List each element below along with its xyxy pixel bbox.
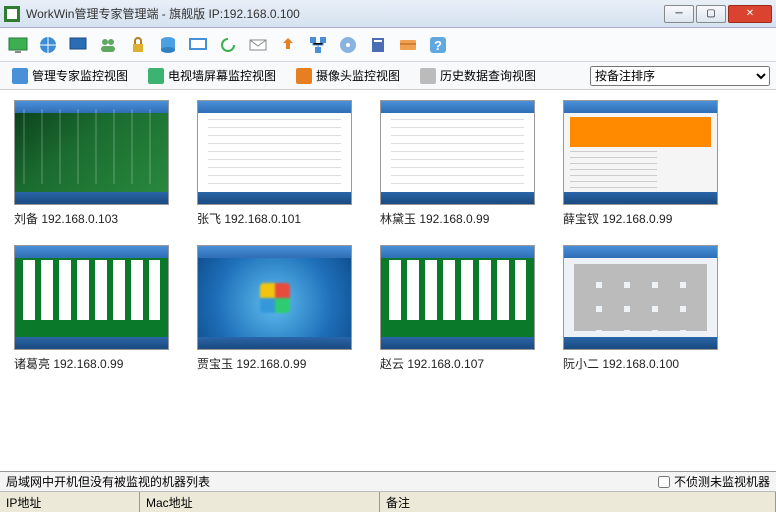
screen-thumbnail[interactable]: [197, 100, 352, 205]
tile-caption: 张飞 192.168.0.101: [197, 210, 352, 227]
screen-thumbnail[interactable]: [380, 245, 535, 350]
tab-label: 管理专家监控视图: [32, 67, 128, 84]
screen-thumbnail[interactable]: [197, 245, 352, 350]
tb-monitor-icon[interactable]: [6, 33, 30, 57]
tab-tv-wall[interactable]: 电视墙屏幕监控视图: [142, 65, 282, 86]
sort-select[interactable]: 按备注排序: [590, 66, 770, 86]
bottom-table-header: IP地址 Mac地址 备注: [0, 492, 776, 512]
titlebar: WorkWin管理专家管理端 - 旗舰版 IP:192.168.0.100 ─ …: [0, 0, 776, 28]
col-note[interactable]: 备注: [380, 492, 776, 512]
screen-tile[interactable]: 诸葛亮 192.168.0.99: [14, 245, 169, 372]
tb-display-icon[interactable]: [186, 33, 210, 57]
col-mac[interactable]: Mac地址: [140, 492, 380, 512]
view-tabs: 管理专家监控视图 电视墙屏幕监控视图 摄像头监控视图 历史数据查询视图 按备注排…: [0, 62, 776, 90]
no-detect-checkbox[interactable]: 不侦测未监视机器: [658, 473, 770, 490]
minimize-button[interactable]: ─: [664, 5, 694, 23]
tile-caption: 赵云 192.168.0.107: [380, 355, 535, 372]
tb-lock-icon[interactable]: [126, 33, 150, 57]
screen-tile[interactable]: 刘备 192.168.0.103: [14, 100, 169, 227]
tab-camera[interactable]: 摄像头监控视图: [290, 65, 406, 86]
tile-caption: 刘备 192.168.0.103: [14, 210, 169, 227]
maximize-button[interactable]: ▢: [696, 5, 726, 23]
tile-caption: 阮小二 192.168.0.100: [563, 355, 718, 372]
screen-tile[interactable]: 贾宝玉 192.168.0.99: [197, 245, 352, 372]
tile-caption: 诸葛亮 192.168.0.99: [14, 355, 169, 372]
tb-globe-icon[interactable]: [36, 33, 60, 57]
tab-history[interactable]: 历史数据查询视图: [414, 65, 542, 86]
tab-manager-monitor[interactable]: 管理专家监控视图: [6, 65, 134, 86]
screen-tile[interactable]: 薛宝钗 192.168.0.99: [563, 100, 718, 227]
tb-book-icon[interactable]: [366, 33, 390, 57]
tb-screen-icon[interactable]: [66, 33, 90, 57]
tb-db-icon[interactable]: [156, 33, 180, 57]
screen-tile[interactable]: 阮小二 192.168.0.100: [563, 245, 718, 372]
bottom-heading: 局域网中开机但没有被监视的机器列表: [6, 473, 210, 490]
tb-help-icon[interactable]: ?: [426, 33, 450, 57]
screen-thumbnail[interactable]: [14, 100, 169, 205]
tab-label: 摄像头监控视图: [316, 67, 400, 84]
bottom-heading-row: 局域网中开机但没有被监视的机器列表 不侦测未监视机器: [0, 472, 776, 492]
thumbnail-grid: 刘备 192.168.0.103 张飞 192.168.0.101 林黛玉 192.…: [0, 90, 776, 438]
screen-thumbnail[interactable]: [563, 245, 718, 350]
bottom-panel: 局域网中开机但没有被监视的机器列表 不侦测未监视机器 IP地址 Mac地址 备注: [0, 471, 776, 512]
tab-label: 电视墙屏幕监控视图: [168, 67, 276, 84]
tab-icon: [296, 68, 312, 84]
tile-caption: 薛宝钗 192.168.0.99: [563, 210, 718, 227]
tb-network-icon[interactable]: [306, 33, 330, 57]
svg-text:?: ?: [434, 38, 442, 53]
no-detect-label: 不侦测未监视机器: [674, 473, 770, 490]
app-icon: [4, 6, 20, 22]
tb-refresh-icon[interactable]: [216, 33, 240, 57]
tile-caption: 林黛玉 192.168.0.99: [380, 210, 535, 227]
window-title: WorkWin管理专家管理端 - 旗舰版 IP:192.168.0.100: [26, 5, 664, 22]
screen-tile[interactable]: 林黛玉 192.168.0.99: [380, 100, 535, 227]
window-buttons: ─ ▢ ✕: [664, 5, 772, 23]
tab-icon: [12, 68, 28, 84]
close-button[interactable]: ✕: [728, 5, 772, 23]
tb-disc-icon[interactable]: [336, 33, 360, 57]
tb-upload-icon[interactable]: [276, 33, 300, 57]
sort-box: 按备注排序: [590, 66, 770, 86]
screen-thumbnail[interactable]: [563, 100, 718, 205]
col-ip[interactable]: IP地址: [0, 492, 140, 512]
tab-icon: [148, 68, 164, 84]
tab-icon: [420, 68, 436, 84]
no-detect-input[interactable]: [658, 476, 670, 488]
tb-users-icon[interactable]: [96, 33, 120, 57]
tb-mail-icon[interactable]: [246, 33, 270, 57]
tb-card-icon[interactable]: [396, 33, 420, 57]
screen-tile[interactable]: 张飞 192.168.0.101: [197, 100, 352, 227]
screen-thumbnail[interactable]: [380, 100, 535, 205]
tile-caption: 贾宝玉 192.168.0.99: [197, 355, 352, 372]
screen-thumbnail[interactable]: [14, 245, 169, 350]
tab-label: 历史数据查询视图: [440, 67, 536, 84]
screen-tile[interactable]: 赵云 192.168.0.107: [380, 245, 535, 372]
toolbar: ?: [0, 28, 776, 62]
